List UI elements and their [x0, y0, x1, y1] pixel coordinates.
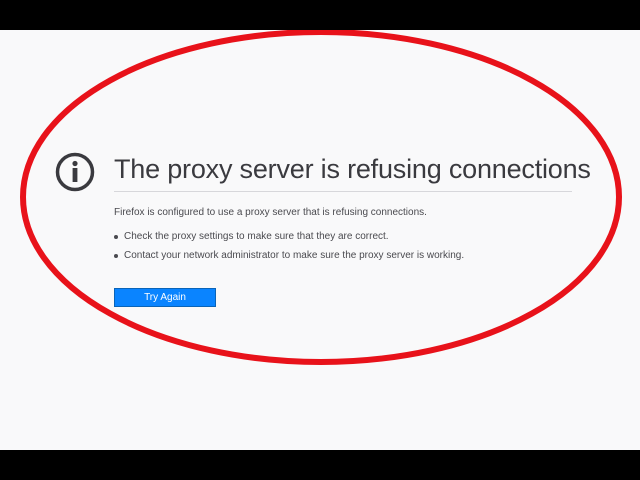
info-icon	[55, 152, 95, 192]
list-item: Contact your network administrator to ma…	[114, 249, 464, 268]
title-divider	[114, 191, 572, 192]
error-page: The proxy server is refusing connections…	[0, 30, 640, 450]
list-item: Check the proxy settings to make sure th…	[114, 230, 464, 249]
suggestion-text: Check the proxy settings to make sure th…	[124, 231, 389, 242]
video-frame: The proxy server is refusing connections…	[0, 0, 640, 480]
page-title: The proxy server is refusing connections	[114, 154, 591, 184]
suggestion-text: Contact your network administrator to ma…	[124, 250, 465, 261]
try-again-button[interactable]: Try Again	[114, 288, 216, 307]
bullet-icon	[114, 254, 118, 258]
bullet-icon	[114, 235, 118, 239]
error-description: Firefox is configured to use a proxy ser…	[114, 207, 427, 218]
suggestion-list: Check the proxy settings to make sure th…	[114, 230, 464, 268]
